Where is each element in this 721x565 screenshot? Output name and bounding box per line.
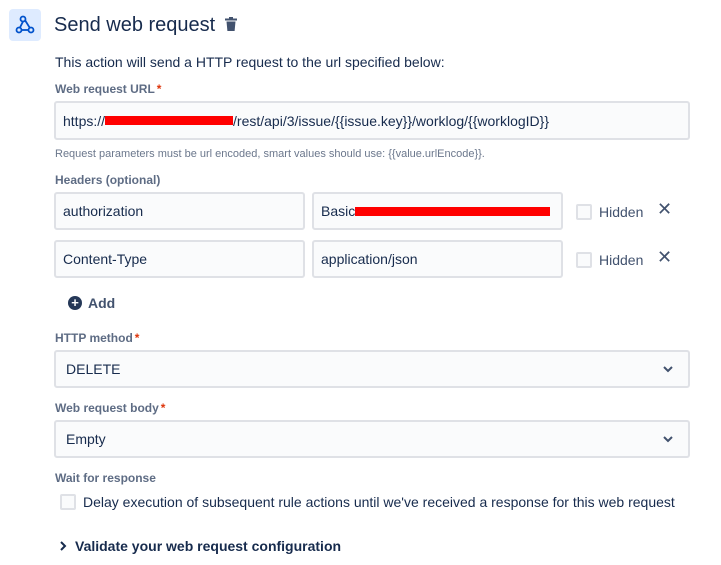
validate-config-label: Validate your web request configuration: [75, 538, 342, 554]
header-value-input[interactable]: application/json: [312, 240, 563, 278]
url-suffix: /rest/api/3/issue/{{issue.key}}/worklog/…: [233, 112, 549, 129]
http-method-value: DELETE: [66, 361, 121, 377]
hidden-checkbox[interactable]: [576, 252, 592, 268]
validate-config-toggle[interactable]: Validate your web request configuration: [58, 538, 341, 554]
add-header-label: Add: [88, 295, 116, 311]
http-method-label: HTTP method *: [55, 331, 140, 345]
hidden-checkbox[interactable]: [576, 204, 592, 220]
add-header-button[interactable]: + Add: [68, 295, 115, 311]
page-title: Send web request: [54, 14, 216, 36]
redaction-mark: [105, 116, 234, 125]
wait-for-response-checkbox[interactable]: [60, 494, 76, 510]
header-value-text: Basic: [321, 203, 356, 219]
action-description: This action will send a HTTP request to …: [55, 54, 445, 70]
url-help-text: Request parameters must be url encoded, …: [55, 148, 485, 160]
webhook-icon: [9, 9, 41, 41]
url-input[interactable]: https:// /rest/api/3/issue/{{issue.key}}…: [54, 101, 690, 140]
header-name-value: Content-Type: [63, 251, 148, 267]
add-icon: +: [68, 296, 82, 310]
header-name-input[interactable]: Content-Type: [54, 240, 305, 278]
trash-icon[interactable]: [225, 17, 237, 36]
url-label: Web request URL *: [55, 82, 162, 96]
url-prefix: https://: [63, 112, 106, 129]
request-body-label: Web request body *: [55, 401, 166, 415]
headers-label: Headers (optional): [55, 173, 161, 187]
header-value-input[interactable]: Basic: [312, 192, 563, 230]
header-name-value: authorization: [63, 203, 144, 219]
remove-header-button[interactable]: ✕: [657, 248, 672, 266]
remove-header-button[interactable]: ✕: [657, 200, 672, 218]
redaction-mark: [355, 206, 551, 216]
hidden-checkbox-label: Hidden: [599, 252, 644, 268]
wait-for-response-label: Wait for response: [55, 471, 156, 485]
header-value-text: application/json: [321, 251, 418, 267]
wait-for-response-checkbox-label: Delay execution of subsequent rule actio…: [83, 494, 675, 510]
request-body-select[interactable]: Empty: [54, 420, 690, 458]
hidden-checkbox-label: Hidden: [599, 204, 644, 220]
header-name-input[interactable]: authorization: [54, 192, 305, 230]
chevron-down-icon: [663, 366, 673, 373]
http-method-select[interactable]: DELETE: [54, 350, 690, 388]
chevron-down-icon: [663, 436, 673, 443]
request-body-value: Empty: [66, 431, 106, 447]
chevron-right-icon: [60, 541, 67, 551]
